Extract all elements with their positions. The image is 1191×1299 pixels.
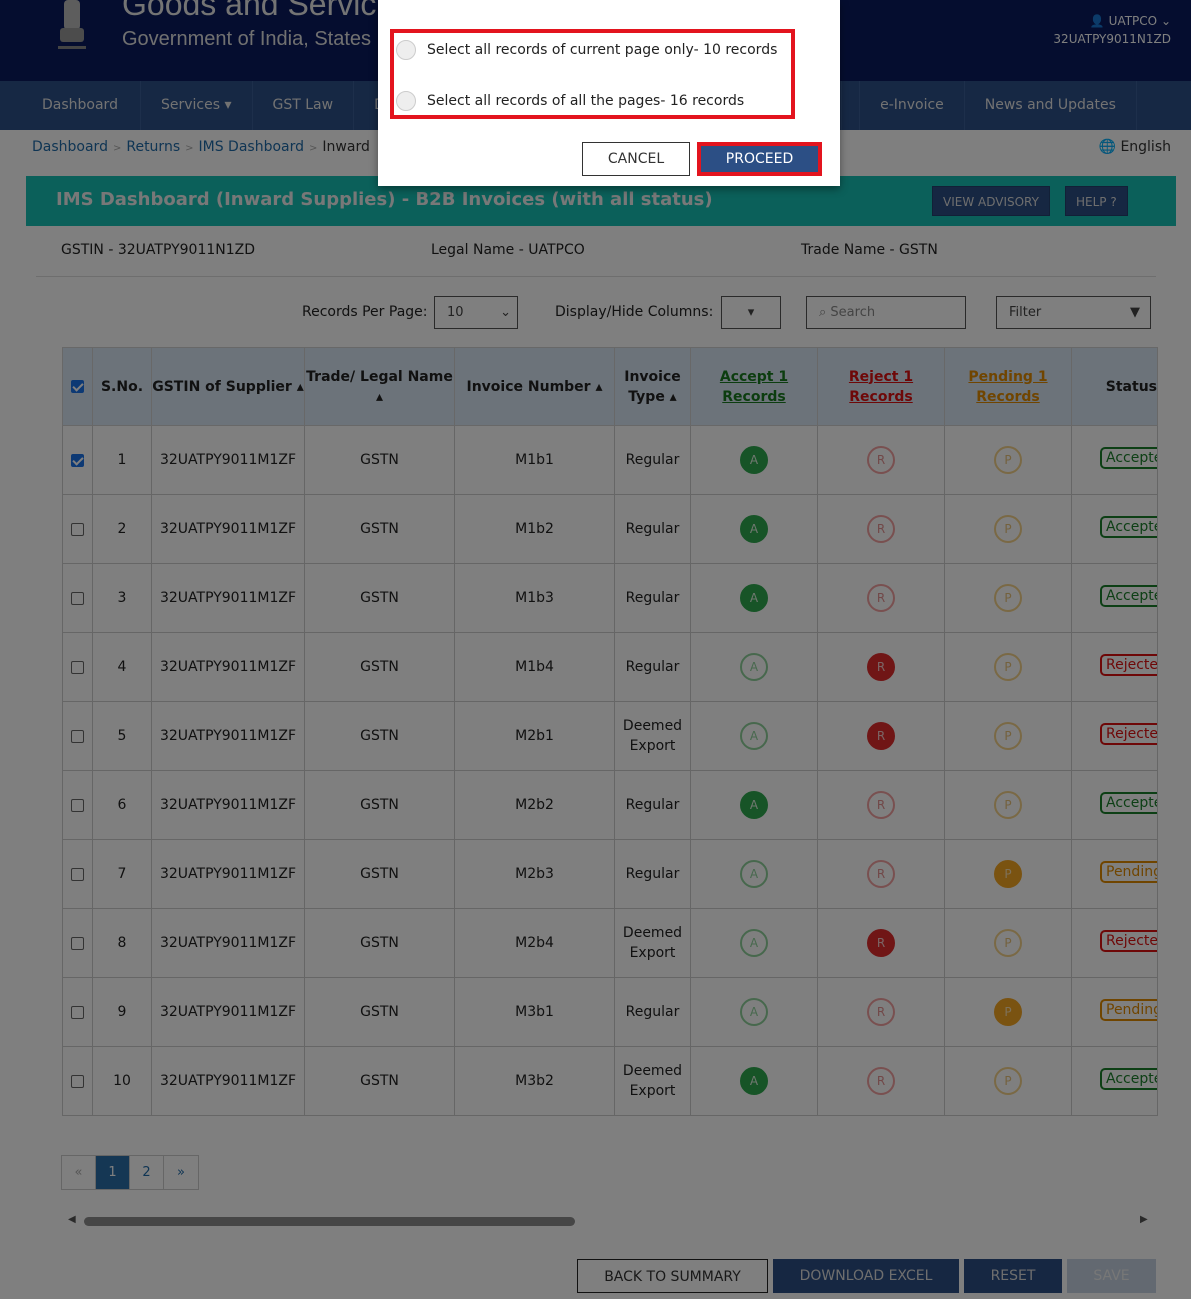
cancel-button[interactable]: CANCEL	[582, 142, 690, 176]
radio-all-pages[interactable]	[396, 91, 416, 111]
radio-current-page[interactable]	[396, 40, 416, 60]
option-all-pages[interactable]: Select all records of all the pages- 16 …	[396, 91, 744, 111]
modal-backdrop	[0, 0, 1191, 1299]
proceed-button[interactable]: PROCEED	[697, 142, 822, 176]
select-records-modal: Select all records of current page only-…	[378, 0, 840, 186]
option-current-page[interactable]: Select all records of current page only-…	[396, 40, 777, 60]
